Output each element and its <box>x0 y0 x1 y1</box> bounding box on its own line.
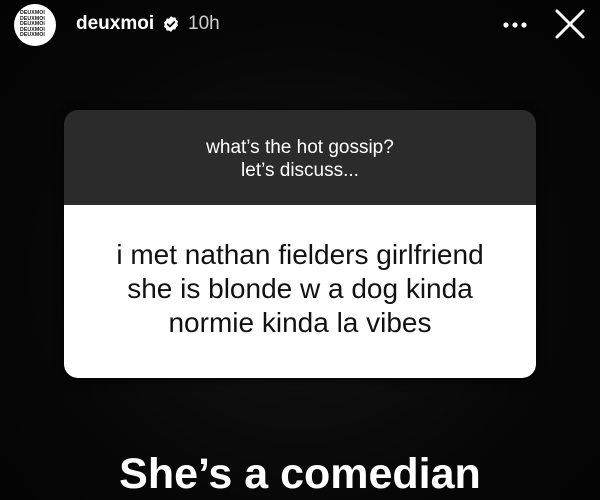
post-timestamp: 10h <box>188 13 220 34</box>
answer-line: normie kinda la vibes <box>168 306 432 338</box>
question-prompt: what’s the hot gossip? let’s discuss... <box>64 110 536 205</box>
question-line: what’s the hot gossip? <box>206 136 394 158</box>
story-viewer[interactable]: DEUXMOI DEUXMOI DEUXMOI DEUXMOI DEUXMOI … <box>0 0 600 500</box>
verified-badge-icon <box>163 16 179 32</box>
avatar[interactable]: DEUXMOI DEUXMOI DEUXMOI DEUXMOI DEUXMOI <box>14 4 56 46</box>
question-line: let’s discuss... <box>241 159 359 181</box>
avatar-logo-line: DEUXMOI <box>20 32 45 39</box>
story-caption: She’s a comedian <box>119 450 481 498</box>
answer-line: i met nathan fielders girlfriend <box>116 238 484 270</box>
story-header: DEUXMOI DEUXMOI DEUXMOI DEUXMOI DEUXMOI … <box>0 0 600 52</box>
question-answer: i met nathan fielders girlfriend she is … <box>64 205 536 378</box>
question-sticker: what’s the hot gossip? let’s discuss... … <box>64 110 536 378</box>
avatar-logo: DEUXMOI DEUXMOI DEUXMOI DEUXMOI DEUXMOI <box>20 11 50 38</box>
more-dots-icon <box>503 22 527 28</box>
answer-line: she is blonde w a dog kinda <box>127 272 473 304</box>
username[interactable]: deuxmoi <box>76 13 154 35</box>
close-icon[interactable] <box>552 6 588 42</box>
more-options-button[interactable] <box>498 10 532 40</box>
